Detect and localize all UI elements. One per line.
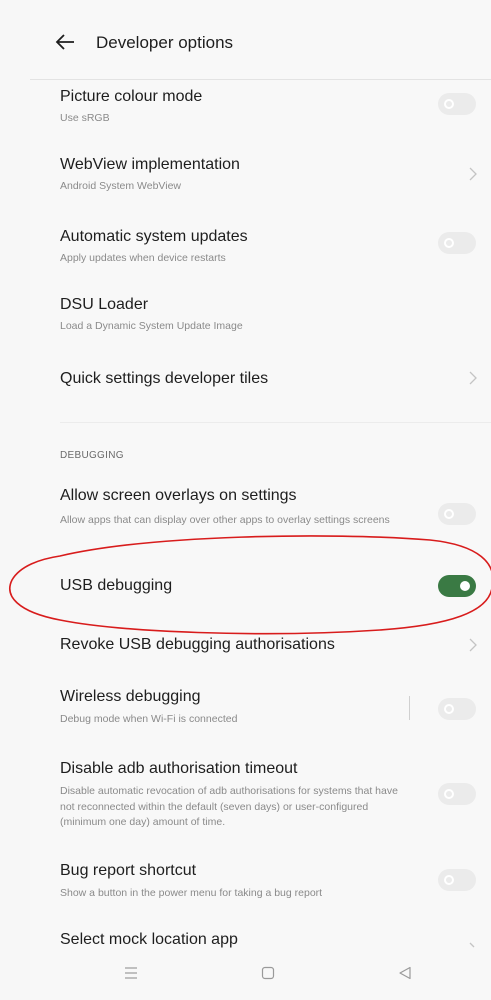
back-arrow-icon[interactable]	[54, 31, 76, 53]
automatic-system-updates-toggle[interactable]	[438, 232, 476, 254]
setting-dsu-loader[interactable]: DSU Loader Load a Dynamic System Update …	[60, 296, 491, 336]
setting-subtitle: Android System WebView	[60, 180, 182, 192]
setting-picture-colour-mode[interactable]: Picture colour mode Use sRGB	[60, 88, 491, 128]
back-icon[interactable]	[397, 965, 413, 981]
setting-title: Revoke USB debugging authorisations	[60, 636, 335, 653]
setting-subtitle: Load a Dynamic System Update Image	[60, 320, 243, 332]
toggle-knob	[444, 704, 454, 714]
setting-select-mock-location-app[interactable]: Select mock location app	[60, 931, 491, 953]
setting-disable-adb-timeout[interactable]: Disable adb authorisation timeout Disabl…	[60, 760, 491, 832]
chevron-right-icon	[469, 371, 477, 385]
setting-title: DSU Loader	[60, 296, 149, 313]
chevron-right-icon	[469, 942, 475, 948]
disable-adb-timeout-toggle[interactable]	[438, 783, 476, 805]
setting-subtitle: Use sRGB	[60, 112, 110, 124]
home-icon[interactable]	[260, 965, 276, 981]
setting-allow-screen-overlays[interactable]: Allow screen overlays on settings Allow …	[60, 487, 491, 545]
setting-subtitle: Disable automatic revocation of adb auth…	[60, 785, 398, 828]
setting-title: Select mock location app	[60, 931, 238, 948]
setting-title: Wireless debugging	[60, 688, 201, 705]
setting-title: Bug report shortcut	[60, 862, 197, 879]
setting-usb-debugging[interactable]: USB debugging	[60, 577, 491, 599]
system-navigation-bar	[30, 955, 491, 1000]
setting-subtitle: Debug mode when Wi-Fi is connected	[60, 713, 238, 725]
setting-title: Quick settings developer tiles	[60, 370, 269, 387]
setting-automatic-system-updates[interactable]: Automatic system updates Apply updates w…	[60, 228, 491, 268]
setting-subtitle: Show a button in the power menu for taki…	[60, 887, 323, 899]
wireless-debugging-toggle[interactable]	[438, 698, 476, 720]
toggle-knob	[460, 581, 470, 591]
setting-title: Disable adb authorisation timeout	[60, 760, 298, 777]
bug-report-shortcut-toggle[interactable]	[438, 869, 476, 891]
setting-title: Automatic system updates	[60, 228, 248, 245]
developer-options-screen: Developer options Picture colour mode Us…	[0, 0, 491, 1000]
usb-debugging-toggle[interactable]	[438, 575, 476, 597]
app-bar: Developer options	[30, 0, 491, 80]
section-header-debugging: DEBUGGING	[60, 450, 124, 461]
setting-subtitle: Allow apps that can display over other a…	[60, 514, 390, 526]
menu-icon[interactable]	[123, 966, 139, 980]
setting-title: Picture colour mode	[60, 88, 203, 105]
setting-quick-settings-developer-tiles[interactable]: Quick settings developer tiles	[60, 370, 491, 392]
toggle-knob	[444, 509, 454, 519]
setting-bug-report-shortcut[interactable]: Bug report shortcut Show a button in the…	[60, 862, 491, 902]
setting-revoke-usb-debugging[interactable]: Revoke USB debugging authorisations	[60, 636, 491, 658]
setting-wireless-debugging[interactable]: Wireless debugging Debug mode when Wi-Fi…	[60, 688, 491, 728]
allow-screen-overlays-toggle[interactable]	[438, 503, 476, 525]
setting-title: Allow screen overlays on settings	[60, 487, 297, 504]
toggle-knob	[444, 789, 454, 799]
setting-webview-implementation[interactable]: WebView implementation Android System We…	[60, 156, 491, 196]
toggle-knob	[444, 875, 454, 885]
chevron-right-icon	[469, 638, 477, 652]
setting-title: USB debugging	[60, 577, 173, 594]
toggle-knob	[444, 238, 454, 248]
setting-title: WebView implementation	[60, 156, 240, 173]
section-divider	[60, 422, 491, 423]
setting-subtitle: Apply updates when device restarts	[60, 252, 226, 264]
picture-colour-mode-toggle[interactable]	[438, 93, 476, 115]
header-divider	[30, 79, 491, 80]
page-title: Developer options	[96, 33, 234, 52]
chevron-right-icon	[469, 167, 477, 181]
vertical-separator	[409, 696, 410, 720]
toggle-knob	[444, 99, 454, 109]
